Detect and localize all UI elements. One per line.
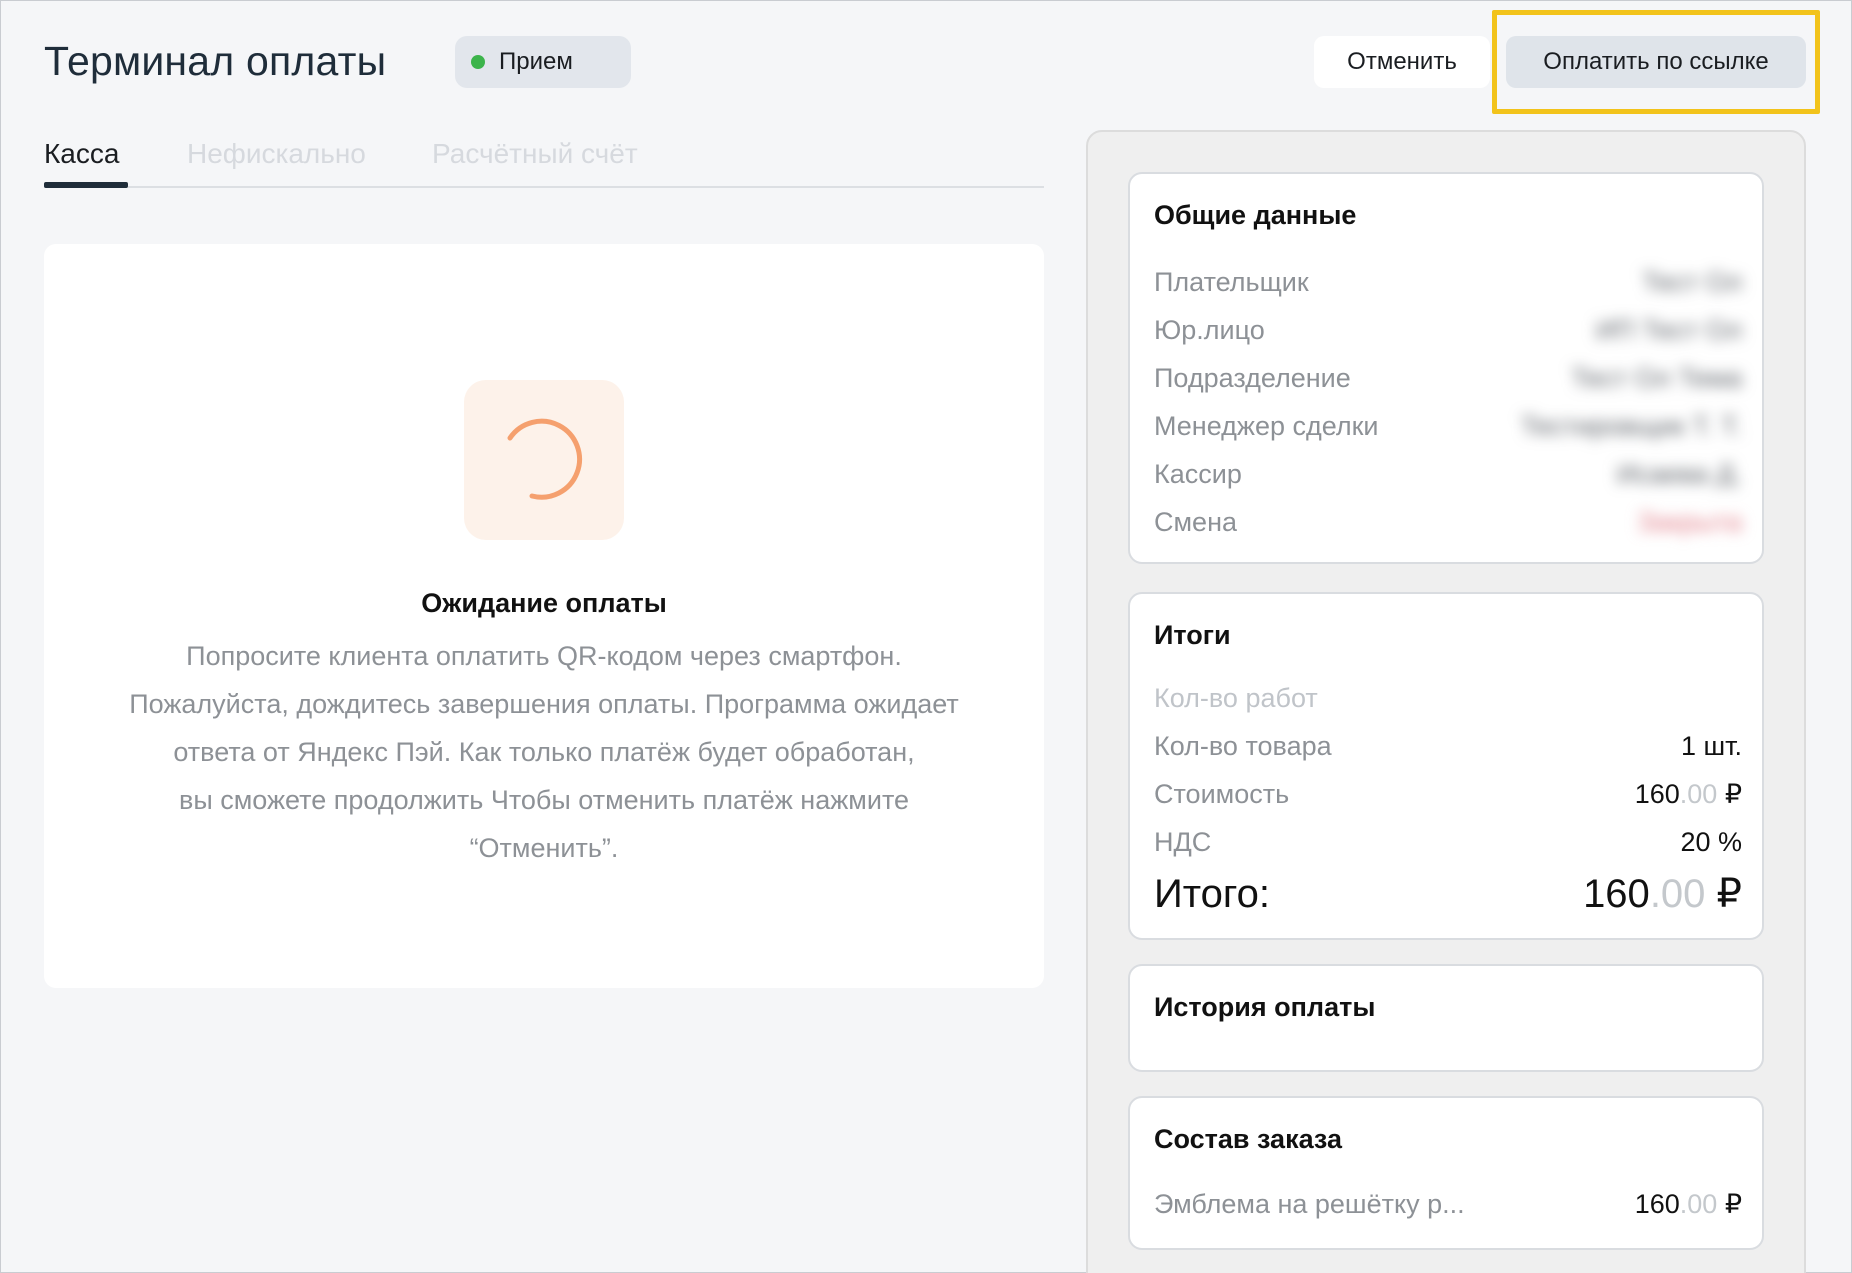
goods-count-label: Кол-во товара (1154, 730, 1332, 761)
order-item-price: 160.00 ₽ (1635, 1189, 1742, 1220)
manager-row: Менеджер сделки Тестировщик Т. Т. (1154, 406, 1742, 446)
manager-label: Менеджер сделки (1154, 410, 1379, 441)
waiting-line: “Отменить”. (469, 833, 619, 863)
loading-spinner-icon (507, 418, 583, 500)
ruble-sign: ₽ (1724, 778, 1742, 809)
highlight-frame (1492, 10, 1820, 114)
item-price-main: 160 (1634, 1188, 1680, 1219)
cost-row: Стоимость 160.00 ₽ (1154, 774, 1742, 814)
waiting-line: вы сможете продолжить Чтобы отменить пла… (178, 785, 910, 815)
cost-cents: .00 (1679, 778, 1718, 809)
department-value: Тест Ол Тема (1571, 362, 1742, 393)
payment-history-title: История оплаты (1154, 992, 1376, 1022)
total-value: 160.00 ₽ (1583, 871, 1742, 917)
manager-value: Тестировщик Т. Т. (1520, 410, 1742, 441)
goods-count-value: 1 шт. (1680, 730, 1742, 761)
vat-row: НДС 20 % (1154, 822, 1742, 862)
cost-label: Стоимость (1154, 778, 1290, 809)
item-price-cents: .00 (1679, 1188, 1718, 1219)
general-data-card: Общие данные Плательщик Тест Ол Юр.лицо … (1128, 172, 1764, 564)
shift-label: Смена (1154, 506, 1238, 537)
total-main: 160 (1583, 872, 1650, 916)
spinner-container (464, 380, 624, 540)
cashier-value: Исаева Д. (1616, 458, 1742, 489)
totals-card: Итоги Кол-во работ Кол-во товара 1 шт. С… (1128, 592, 1764, 940)
department-row: Подразделение Тест Ол Тема (1154, 358, 1742, 398)
waiting-title: Ожидание оплаты (421, 588, 667, 618)
payer-row: Плательщик Тест Ол (1154, 262, 1742, 302)
order-composition-title: Состав заказа (1154, 1124, 1343, 1154)
status-label: Прием (499, 48, 573, 75)
waiting-line: Попросите клиента оплатить QR-кодом чере… (186, 641, 902, 671)
goods-count-row: Кол-во товара 1 шт. (1154, 726, 1742, 766)
order-item-name: Эмблема на решётку р... (1154, 1188, 1465, 1219)
payment-waiting-card: Ожидание оплаты Попросите клиента оплати… (44, 244, 1044, 988)
tab-bar: Касса Нефискально Расчётный счёт (44, 134, 1044, 188)
vat-label: НДС (1154, 826, 1212, 857)
vat-value: 20 % (1680, 826, 1742, 857)
totals-title: Итоги (1154, 620, 1231, 650)
cost-value: 160.00 ₽ (1635, 779, 1742, 810)
order-composition-card: Состав заказа Эмблема на решётку р... 16… (1128, 1096, 1764, 1250)
legal-entity-value: ИП Тест Ол (1595, 314, 1742, 345)
waiting-description: Попросите клиента оплатить QR-кодом чере… (74, 632, 1014, 872)
total-label: Итого: (1154, 871, 1270, 916)
ruble-sign: ₽ (1724, 1188, 1742, 1219)
cost-main: 160 (1634, 778, 1680, 809)
department-label: Подразделение (1154, 362, 1351, 393)
cashier-label: Кассир (1154, 458, 1242, 489)
cashier-row: Кассир Исаева Д. (1154, 454, 1742, 494)
legal-entity-row: Юр.лицо ИП Тест Ол (1154, 310, 1742, 350)
active-tab-indicator (44, 182, 128, 188)
ruble-sign: ₽ (1716, 872, 1742, 916)
payment-history-card[interactable]: История оплаты (1128, 964, 1764, 1072)
cancel-button[interactable]: Отменить (1314, 36, 1490, 88)
status-badge: Прием (455, 36, 631, 88)
works-count-label: Кол-во работ (1154, 682, 1318, 713)
page-title: Терминал оплаты (44, 38, 387, 84)
total-cents: .00 (1649, 872, 1706, 916)
shift-value: Закрыта (1637, 506, 1742, 537)
status-dot-icon (471, 55, 485, 69)
waiting-line: ответа от Яндекс Пэй. Как только платёж … (173, 737, 915, 767)
tab-settlement-account[interactable]: Расчётный счёт (432, 138, 638, 170)
order-item-row[interactable]: Эмблема на решётку р... 160.00 ₽ (1154, 1184, 1742, 1224)
works-count-row: Кол-во работ (1154, 678, 1742, 718)
payer-value: Тест Ол (1642, 266, 1742, 297)
general-data-title: Общие данные (1154, 200, 1357, 230)
waiting-line: Пожалуйста, дождитесь завершения оплаты.… (129, 689, 959, 719)
legal-entity-label: Юр.лицо (1154, 314, 1265, 345)
shift-row: Смена Закрыта (1154, 502, 1742, 542)
order-side-panel[interactable]: Общие данные Плательщик Тест Ол Юр.лицо … (1086, 130, 1806, 1273)
total-row: Итого: 160.00 ₽ (1154, 868, 1742, 920)
payer-label: Плательщик (1154, 266, 1309, 297)
tab-kassa[interactable]: Касса (44, 138, 119, 170)
tab-nonfiscal[interactable]: Нефискально (187, 138, 366, 170)
